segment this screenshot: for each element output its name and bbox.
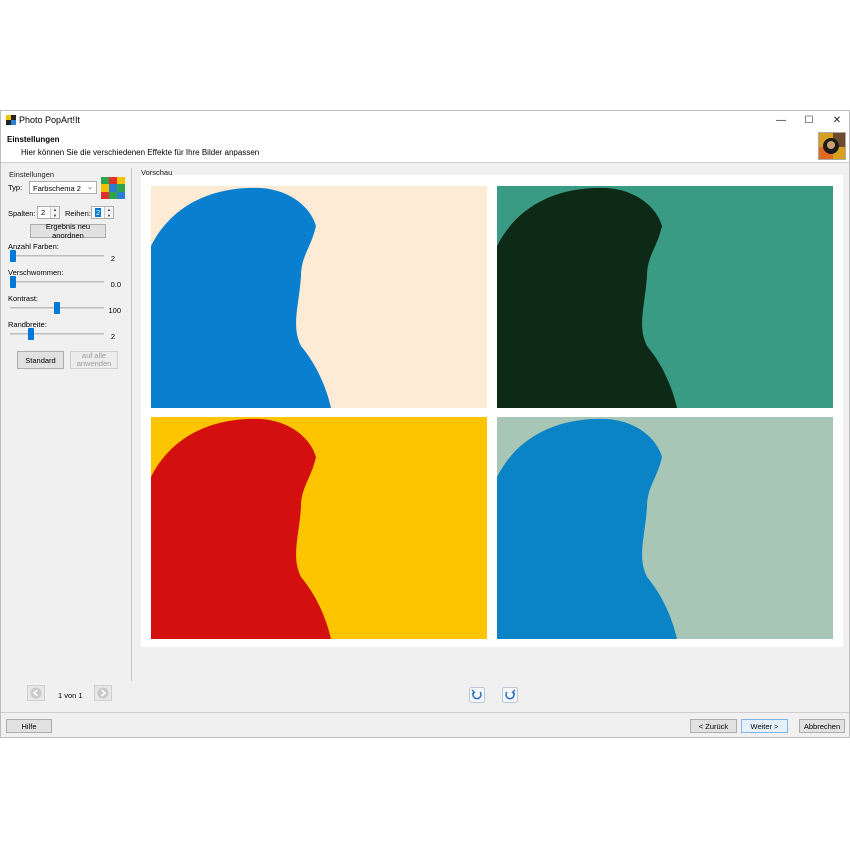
color-scheme-preview-icon[interactable] bbox=[101, 177, 125, 199]
rows-label: Reihen: bbox=[65, 209, 91, 218]
preview-tile[interactable] bbox=[497, 186, 833, 408]
slider-track bbox=[10, 255, 104, 257]
next-button[interactable]: Weiter > bbox=[741, 719, 788, 733]
rotate-left-icon bbox=[469, 687, 485, 703]
next-page-button[interactable] bbox=[94, 685, 112, 701]
arrow-right-icon bbox=[97, 687, 109, 699]
footer-bar: Hilfe < Zurück Weiter > Abbrechen bbox=[1, 712, 849, 737]
blur-slider[interactable] bbox=[10, 275, 104, 289]
type-select-value: Farbschema 2 bbox=[33, 184, 81, 193]
rearrange-button[interactable]: Ergebnis neu anordnen bbox=[30, 222, 106, 240]
prev-page-button[interactable] bbox=[27, 685, 45, 701]
standard-button[interactable]: Standard bbox=[17, 351, 64, 369]
help-button[interactable]: Hilfe bbox=[6, 719, 52, 733]
apply-all-button[interactable]: auf alle anwenden bbox=[70, 351, 118, 369]
columns-spinbox[interactable]: 2 ▲ ▼ bbox=[37, 206, 60, 219]
slider-track bbox=[10, 333, 104, 335]
rotate-right-icon bbox=[502, 687, 518, 703]
contrast-value: 100 bbox=[108, 306, 121, 315]
maximize-icon[interactable]: ☐ bbox=[795, 111, 823, 129]
settings-panel: Einstellungen Typ: Farbschema 2 ⌄ Spalte… bbox=[2, 168, 132, 681]
app-window: Photo PopArt!It — ☐ ✕ Einstellungen Hier… bbox=[0, 110, 850, 738]
window-title: Photo PopArt!It bbox=[19, 115, 81, 125]
slider-thumb[interactable] bbox=[10, 250, 16, 262]
preview-tile[interactable] bbox=[151, 186, 487, 408]
type-select[interactable]: Farbschema 2 ⌄ bbox=[29, 181, 97, 194]
type-label: Typ: bbox=[8, 183, 23, 192]
slider-track bbox=[10, 281, 104, 283]
page-indicator: 1 von 1 bbox=[58, 691, 83, 700]
contrast-slider[interactable] bbox=[10, 301, 104, 315]
app-icon bbox=[6, 115, 16, 125]
back-button[interactable]: < Zurück bbox=[690, 719, 737, 733]
title-bar: Photo PopArt!It — ☐ ✕ bbox=[1, 111, 849, 129]
columns-value: 2 bbox=[41, 208, 46, 217]
rotate-right-button[interactable] bbox=[501, 686, 519, 704]
page-title: Einstellungen bbox=[7, 135, 60, 144]
spin-arrows-icon[interactable]: ▲ ▼ bbox=[104, 207, 113, 218]
preview-group: Vorschau bbox=[136, 168, 848, 650]
slider-thumb[interactable] bbox=[10, 276, 16, 288]
columns-label: Spalten: bbox=[8, 209, 36, 218]
rotate-left-button[interactable] bbox=[468, 686, 486, 704]
colors-slider[interactable] bbox=[10, 249, 104, 263]
spin-arrows-icon[interactable]: ▲ ▼ bbox=[50, 207, 59, 218]
preview-area bbox=[141, 175, 843, 647]
apply-all-line2: anwenden bbox=[76, 359, 112, 368]
minimize-icon[interactable]: — bbox=[767, 111, 795, 129]
settings-group-label: Einstellungen bbox=[9, 170, 55, 179]
page-subtitle: Hier können Sie die verschiedenen Effekt… bbox=[21, 148, 260, 157]
rows-value: 2 bbox=[95, 208, 102, 217]
cancel-button[interactable]: Abbrechen bbox=[799, 719, 845, 733]
border-slider[interactable] bbox=[10, 327, 104, 341]
preview-tile[interactable] bbox=[151, 417, 487, 639]
border-value: 2 bbox=[110, 332, 115, 341]
slider-thumb[interactable] bbox=[54, 302, 60, 314]
chevron-down-icon: ⌄ bbox=[87, 184, 93, 191]
close-icon[interactable]: ✕ bbox=[823, 111, 850, 129]
rows-spinbox[interactable]: 2 ▲ ▼ bbox=[91, 206, 114, 219]
wizard-header: Einstellungen Hier können Sie die versch… bbox=[1, 129, 849, 163]
colors-value: 2 bbox=[110, 254, 115, 263]
slider-thumb[interactable] bbox=[28, 328, 34, 340]
header-logo bbox=[818, 132, 846, 160]
preview-tile[interactable] bbox=[497, 417, 833, 639]
blur-value: 0.0 bbox=[110, 280, 121, 289]
arrow-left-icon bbox=[30, 687, 42, 699]
